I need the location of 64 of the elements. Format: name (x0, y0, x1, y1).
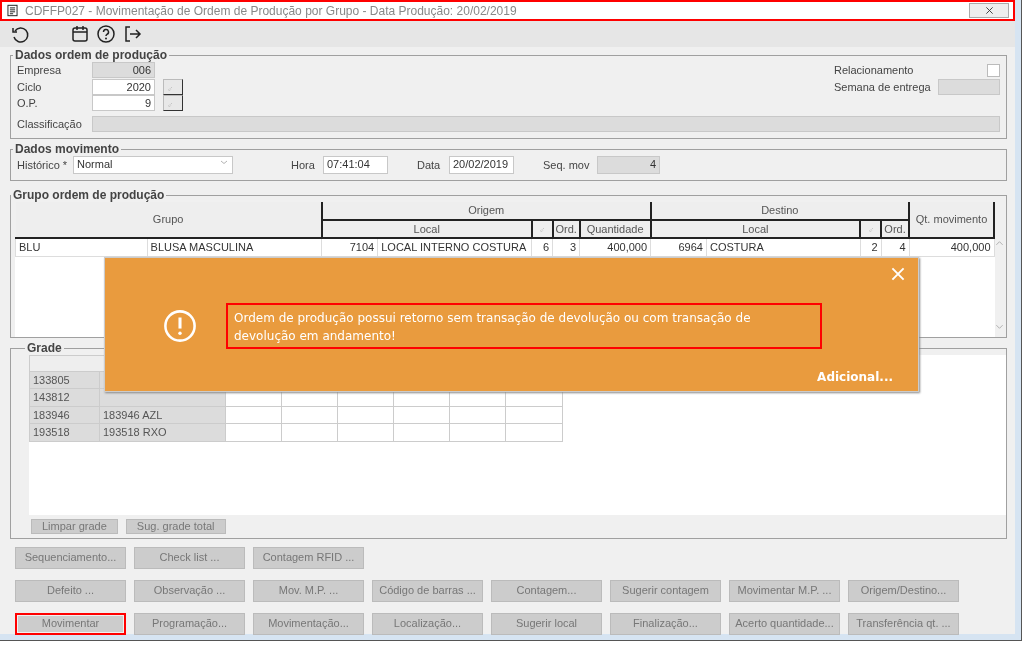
window-title: CDFFP027 - Movimentação de Ordem de Produção por Grupo - Data Produção: 20/02/2019 (25, 2, 517, 20)
section-title: Grupo ordem de produção (12, 189, 166, 202)
select-field[interactable]: Normal (73, 156, 233, 174)
select-value: Normal (77, 157, 113, 172)
field-label: Data (417, 157, 442, 173)
document-icon (6, 4, 19, 17)
action-button[interactable]: Defeito ... (15, 579, 126, 602)
field-label: Ciclo (17, 79, 43, 95)
action-button[interactable]: Mov. M.P. ... (253, 579, 364, 602)
action-button[interactable]: Sequenciamento... (15, 546, 126, 569)
details-link[interactable]: Adicional... (817, 370, 893, 384)
alert-message: Ordem de produção possui retorno sem transação de devolução ou com transação de devolução em andamento! (226, 303, 822, 349)
field-label: Histórico * (17, 157, 69, 173)
section-title: Grade (26, 341, 63, 355)
close-icon[interactable] (890, 266, 906, 282)
action-button[interactable]: Movimentar (15, 612, 126, 635)
column-header[interactable]: Destino (650, 202, 910, 220)
field-label: Hora (291, 157, 316, 173)
exit-icon[interactable] (122, 24, 142, 44)
text-field[interactable]: 20/02/2019 (449, 156, 514, 174)
action-button[interactable]: Acerto quantidade... (729, 612, 840, 635)
action-button[interactable]: Observação ... (134, 579, 245, 602)
action-button[interactable]: Sugerir local (491, 612, 602, 635)
action-button[interactable]: Origem/Destino... (848, 579, 959, 602)
section-title: Dados ordem de produção (14, 49, 169, 62)
calendar-icon[interactable] (70, 24, 90, 44)
action-button[interactable]: Programação... (134, 612, 245, 635)
action-button[interactable]: Contagem RFID ... (253, 546, 364, 569)
field-label: Empresa (17, 63, 63, 78)
field-label: Semana de entrega (834, 79, 932, 95)
action-button[interactable]: Movimentar M.P. ... (729, 579, 840, 602)
action-button[interactable]: Localização... (372, 612, 483, 635)
column-header[interactable]: Qt. movimento (909, 202, 994, 238)
close-icon (984, 6, 994, 15)
text-field[interactable]: 9 (92, 95, 155, 112)
lookup-button[interactable] (163, 95, 183, 112)
action-button[interactable]: Código de barras ... (372, 579, 483, 602)
field-label: O.P. (17, 96, 39, 111)
scroll-up-icon[interactable] (995, 239, 1004, 248)
action-button[interactable]: Movimentação... (253, 612, 364, 635)
text-field[interactable]: 07:41:04 (323, 156, 388, 174)
text-field[interactable]: 4 (597, 156, 660, 174)
field-label: Relacionamento (834, 63, 915, 78)
close-button[interactable] (969, 3, 1009, 18)
section-title: Dados movimento (14, 143, 120, 156)
undo-icon[interactable] (10, 24, 30, 44)
grid-button[interactable]: Sug. grade total (125, 518, 226, 534)
action-button[interactable]: Contagem... (491, 579, 602, 602)
text-field[interactable]: 006 (92, 62, 155, 79)
scroll-down-icon[interactable] (995, 322, 1004, 331)
action-button[interactable]: Transferência qt. ... (848, 612, 959, 635)
grid-button[interactable]: Limpar grade (31, 518, 118, 534)
help-icon[interactable] (96, 24, 116, 44)
column-header[interactable]: Origem (321, 202, 651, 220)
lookup-button[interactable] (163, 78, 183, 95)
column-header[interactable]: Grupo (15, 202, 322, 238)
action-button[interactable]: Sugerir contagem (610, 579, 721, 602)
text-field[interactable]: 2020 (92, 78, 155, 95)
action-button[interactable]: Finalização... (610, 612, 721, 635)
checkbox[interactable] (987, 63, 1000, 77)
field-label: Classificação (17, 116, 83, 132)
action-button[interactable]: Check list ... (134, 546, 245, 569)
field-label: Seq. mov (543, 157, 591, 173)
warning-icon (163, 309, 197, 343)
